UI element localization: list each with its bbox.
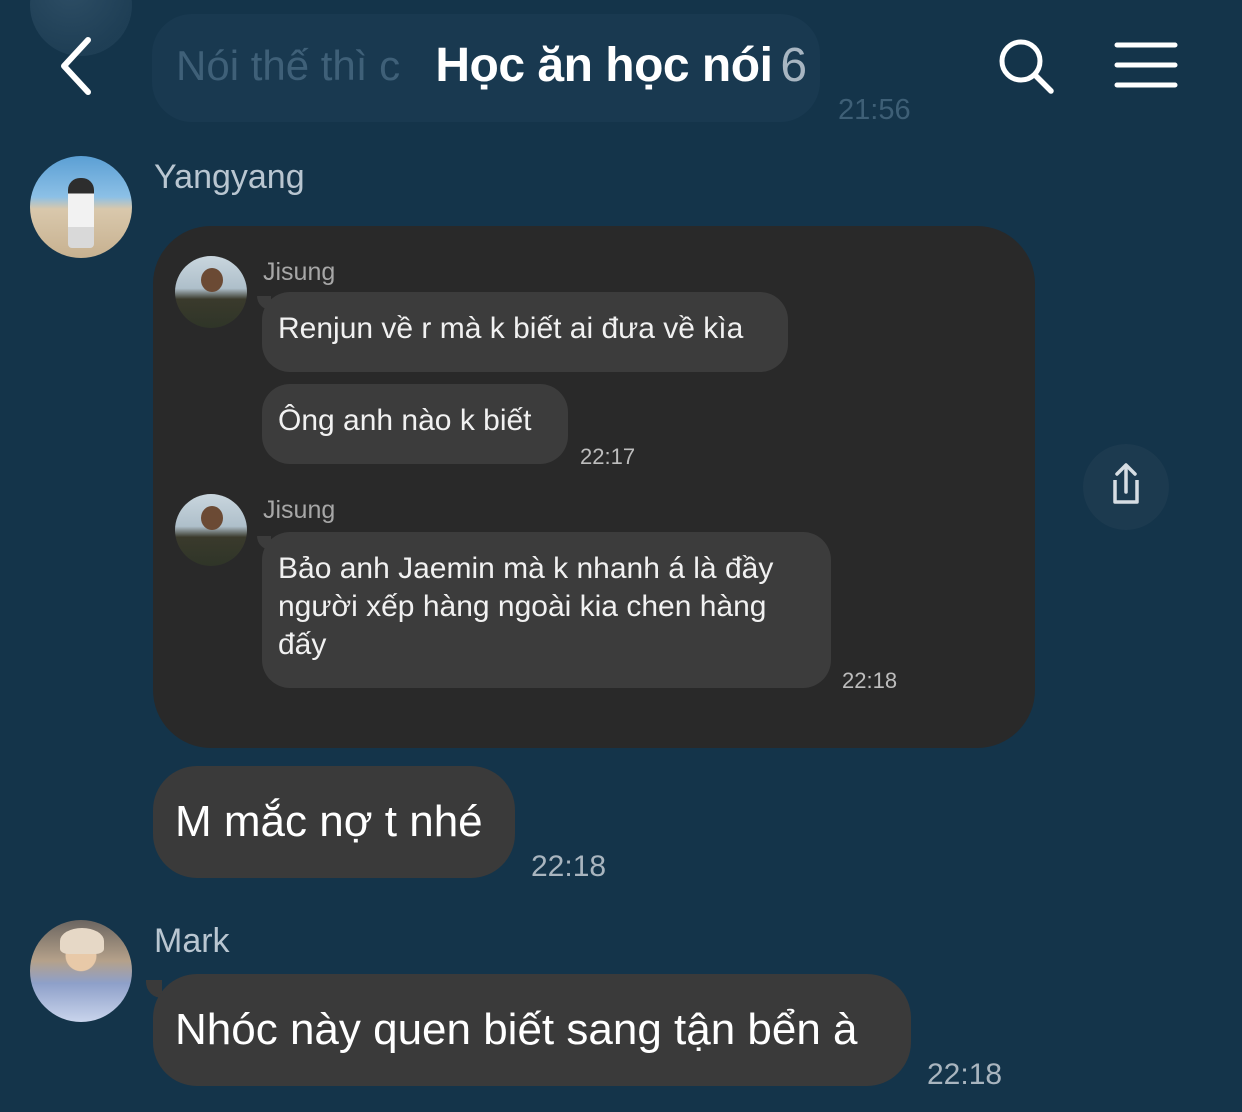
chat-name: Học ăn học nói [435, 39, 773, 92]
avatar-yangyang[interactable] [30, 156, 132, 258]
avatar-jisung [175, 494, 247, 566]
shared-sender-name: Jisung [263, 496, 336, 524]
shared-message-bubble: Ông anh nào k biết [262, 384, 568, 464]
share-button[interactable] [1083, 444, 1169, 530]
avatar-jisung [175, 256, 247, 328]
message-time: 22:18 [531, 850, 607, 883]
search-button[interactable] [996, 36, 1056, 96]
menu-button[interactable] [1114, 40, 1178, 90]
shared-messages-card[interactable]: Jisung Renjun về r mà k biết ai đưa về k… [153, 226, 1035, 748]
chat-screen: Nói thế thì c 21:56 Học ăn học nói 6 Yan… [0, 0, 1242, 1112]
share-icon [1113, 463, 1139, 504]
message-bubble[interactable]: Nhóc này quen biết sang tận bển à [153, 974, 911, 1086]
message-bubble[interactable]: M mắc nợ t nhé [153, 766, 515, 878]
shared-sender-name: Jisung [263, 258, 336, 286]
chat-header: Học ăn học nói 6 [0, 0, 1242, 130]
sender-name: Mark [154, 922, 230, 960]
search-icon [999, 39, 1054, 94]
avatar-mark[interactable] [30, 920, 132, 1022]
shared-message-bubble: Renjun về r mà k biết ai đưa về kìa [262, 292, 788, 372]
shared-message-time: 22:17 [580, 444, 636, 469]
sender-name: Yangyang [154, 158, 305, 196]
hamburger-menu-icon [1114, 42, 1178, 88]
shared-message-time: 22:18 [842, 668, 898, 693]
message-time: 22:18 [927, 1058, 1003, 1091]
member-count: 6 [780, 39, 807, 92]
shared-message-bubble: Bảo anh Jaemin mà k nhanh á là đầy người… [262, 532, 831, 688]
